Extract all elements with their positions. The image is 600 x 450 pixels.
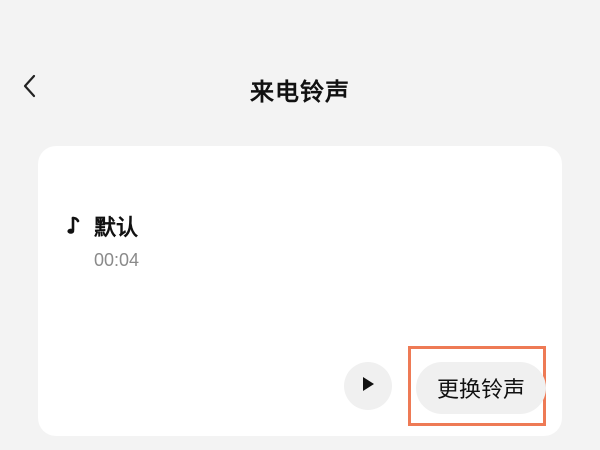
change-ringtone-button[interactable]: 更换铃声 [416, 362, 546, 414]
ringtone-card: 默认 00:04 更换铃声 [38, 146, 562, 436]
ringtone-item[interactable]: 默认 [64, 210, 138, 242]
music-note-icon [64, 215, 82, 237]
header-bar: 来电铃声 [0, 60, 600, 116]
play-button[interactable] [344, 362, 392, 410]
play-icon [360, 375, 376, 397]
ringtone-duration: 00:04 [94, 250, 140, 270]
page-title: 来电铃声 [250, 78, 350, 106]
ringtone-name: 默认 [94, 216, 139, 241]
ringtone-settings-screen: 来电铃声 默认 00:04 更换铃声 [0, 0, 600, 450]
